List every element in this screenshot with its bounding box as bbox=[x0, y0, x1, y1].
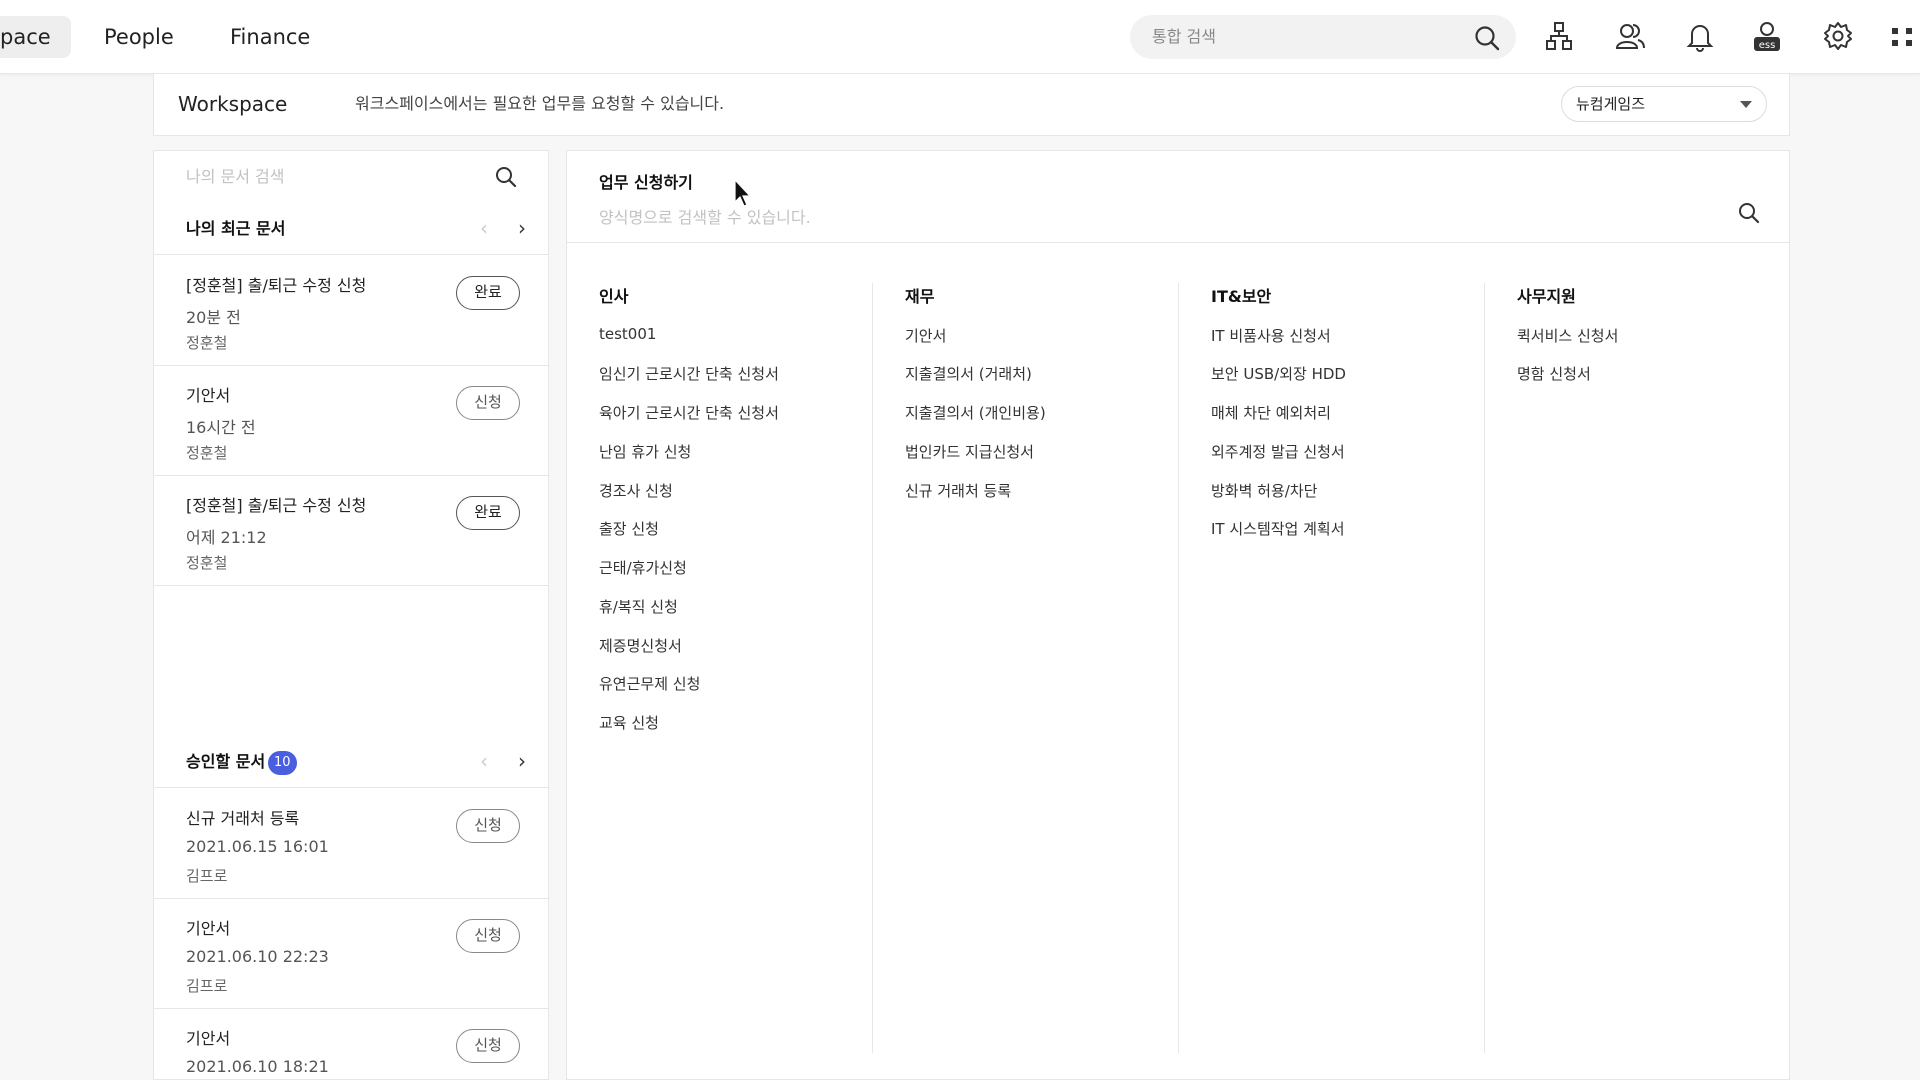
search-icon[interactable] bbox=[494, 165, 518, 189]
global-search-placeholder: 통합 검색 bbox=[1152, 27, 1216, 46]
nav-tab-workspace[interactable]: pace bbox=[0, 16, 71, 58]
recent-docs-header: 나의 최근 문서 ‹ › bbox=[154, 203, 548, 255]
form-link[interactable]: 근태/휴가신청 bbox=[599, 557, 687, 578]
form-link[interactable]: 매체 차단 예외처리 bbox=[1211, 402, 1331, 423]
top-nav: pace People Finance 통합 검색 ess bbox=[0, 0, 1920, 74]
svg-text:ess: ess bbox=[1759, 40, 1776, 51]
doc-author: 정훈철 bbox=[186, 334, 228, 352]
doc-title: [정훈철] 출/퇴근 수정 신청 bbox=[186, 276, 367, 295]
documents-panel: 나의 문서 검색 나의 최근 문서 ‹ › [정훈철] 출/퇴근 수정 신청 2… bbox=[153, 150, 549, 1080]
org-chart-icon[interactable] bbox=[1543, 20, 1575, 52]
doc-time: 어제 21:12 bbox=[186, 528, 267, 547]
form-link[interactable]: 임신기 근로시간 단축 신청서 bbox=[599, 363, 779, 384]
list-item[interactable]: 기안서 2021.06.10 18:21 신청 bbox=[154, 1009, 548, 1079]
request-title: 업무 신청하기 bbox=[599, 173, 693, 192]
workspace-header: Workspace 워크스페이스에서는 필요한 업무를 요청할 수 있습니다. … bbox=[153, 74, 1790, 136]
chevron-left-icon[interactable]: ‹ bbox=[480, 749, 488, 773]
doc-author: 김프로 bbox=[186, 977, 228, 995]
doc-title: 기안서 bbox=[186, 919, 231, 938]
form-link[interactable]: 지출결의서 (개인비용) bbox=[905, 402, 1046, 423]
list-item[interactable]: [정훈철] 출/퇴근 수정 신청 20분 전 정훈철 완료 bbox=[154, 256, 548, 366]
list-item[interactable]: 기안서 2021.06.10 22:23 김프로 신청 bbox=[154, 899, 548, 1009]
form-search-input[interactable]: 양식명으로 검색할 수 있습니다. bbox=[599, 204, 811, 228]
form-link[interactable]: 퀵서비스 신청서 bbox=[1517, 325, 1618, 346]
approve-docs-title: 승인할 문서 bbox=[186, 752, 266, 771]
form-link[interactable]: 지출결의서 (거래처) bbox=[905, 363, 1032, 384]
status-badge: 신청 bbox=[456, 919, 520, 953]
apps-grid-icon[interactable] bbox=[1888, 20, 1920, 52]
category-it-security: IT&보안 IT 비품사용 신청서보안 USB/외장 HDD 매체 차단 예외처리외… bbox=[1179, 283, 1485, 1053]
category-office-support: 사무지원퀵서비스 신청서명함 신청서 bbox=[1485, 283, 1791, 1053]
doc-title: [정훈철] 출/퇴근 수정 신청 bbox=[186, 496, 367, 515]
chevron-right-icon[interactable]: › bbox=[518, 749, 526, 773]
category-finance: 재무기안서지출결의서 (거래처) 지출결의서 (개인비용) 법인카드 지급신청서신규… bbox=[873, 283, 1179, 1053]
doc-search-input[interactable]: 나의 문서 검색 bbox=[154, 151, 548, 203]
doc-author: 정훈철 bbox=[186, 554, 228, 572]
status-badge: 신청 bbox=[456, 1029, 520, 1063]
list-item[interactable]: 신규 거래처 등록 2021.06.15 16:01 김프로 신청 bbox=[154, 789, 548, 899]
doc-author: 김프로 bbox=[186, 867, 228, 885]
workspace-description: 워크스페이스에서는 필요한 업무를 요청할 수 있습니다. bbox=[355, 94, 725, 113]
doc-time: 16시간 전 bbox=[186, 418, 256, 437]
form-link[interactable]: 난임 휴가 신청 bbox=[599, 441, 691, 462]
form-link[interactable]: 명함 신청서 bbox=[1517, 363, 1591, 384]
list-item[interactable]: [정훈철] 출/퇴근 수정 신청 어제 21:12 정훈철 완료 bbox=[154, 476, 548, 586]
gear-icon[interactable] bbox=[1822, 20, 1854, 52]
list-item[interactable]: 기안서 16시간 전 정훈철 신청 bbox=[154, 366, 548, 476]
doc-author: 정훈철 bbox=[186, 444, 228, 462]
people-icon[interactable] bbox=[1614, 20, 1646, 52]
company-select-value: 뉴컴게임즈 bbox=[1576, 95, 1646, 113]
category-title: IT&보안 bbox=[1211, 287, 1272, 306]
category-title: 사무지원 bbox=[1517, 287, 1576, 306]
recent-docs-title: 나의 최근 문서 bbox=[186, 219, 286, 238]
ess-icon[interactable]: ess bbox=[1751, 20, 1783, 52]
form-link[interactable]: 보안 USB/외장 HDD bbox=[1211, 363, 1346, 384]
form-link[interactable]: 외주계정 발급 신청서 bbox=[1211, 441, 1345, 462]
chevron-down-icon bbox=[1740, 101, 1752, 108]
count-badge: 10 bbox=[268, 751, 297, 775]
mouse-cursor-icon bbox=[734, 178, 752, 207]
category-title: 재무 bbox=[905, 287, 935, 306]
global-search-input[interactable]: 통합 검색 bbox=[1130, 15, 1516, 59]
form-link[interactable]: 신규 거래처 등록 bbox=[905, 480, 1011, 501]
doc-time: 2021.06.15 16:01 bbox=[186, 837, 329, 856]
doc-time: 2021.06.10 18:21 bbox=[186, 1057, 329, 1076]
request-panel: 업무 신청하기 양식명으로 검색할 수 있습니다. 인사 test001 임신기 근… bbox=[566, 150, 1790, 1080]
status-badge: 완료 bbox=[456, 496, 520, 530]
chevron-right-icon[interactable]: › bbox=[518, 216, 526, 240]
search-icon[interactable] bbox=[1737, 201, 1761, 225]
doc-title: 기안서 bbox=[186, 1029, 231, 1048]
form-link[interactable]: test001 bbox=[599, 325, 656, 343]
nav-tab-people[interactable]: People bbox=[84, 16, 194, 58]
doc-search-placeholder: 나의 문서 검색 bbox=[186, 167, 285, 186]
status-badge: 신청 bbox=[456, 386, 520, 420]
doc-title: 신규 거래처 등록 bbox=[186, 809, 300, 828]
form-link[interactable]: 경조사 신청 bbox=[599, 480, 673, 501]
bell-icon[interactable] bbox=[1684, 20, 1716, 52]
form-link[interactable]: 교육 신청 bbox=[599, 712, 659, 733]
category-hr: 인사 test001 임신기 근로시간 단축 신청서육아기 근로시간 단축 신청서난… bbox=[567, 283, 873, 1053]
status-badge: 완료 bbox=[456, 276, 520, 310]
approve-docs-header: 승인할 문서 10 ‹ › bbox=[154, 736, 548, 788]
form-link[interactable]: 휴/복직 신청 bbox=[599, 596, 678, 617]
doc-title: 기안서 bbox=[186, 386, 231, 405]
category-title: 인사 bbox=[599, 287, 629, 306]
doc-time: 20분 전 bbox=[186, 308, 241, 327]
form-link[interactable]: IT 시스템작업 계획서 bbox=[1211, 518, 1345, 539]
search-icon[interactable] bbox=[1474, 25, 1500, 51]
page-title: Workspace bbox=[178, 92, 288, 116]
form-link[interactable]: 제증명신청서 bbox=[599, 635, 682, 656]
form-link[interactable]: 법인카드 지급신청서 bbox=[905, 441, 1034, 462]
form-link[interactable]: 출장 신청 bbox=[599, 518, 659, 539]
doc-time: 2021.06.10 22:23 bbox=[186, 947, 329, 966]
company-select[interactable]: 뉴컴게임즈 bbox=[1561, 86, 1767, 122]
form-link[interactable]: 방화벽 허용/차단 bbox=[1211, 480, 1317, 501]
form-link[interactable]: 육아기 근로시간 단축 신청서 bbox=[599, 402, 779, 423]
form-link[interactable]: 유연근무제 신청 bbox=[599, 673, 700, 694]
nav-tab-finance[interactable]: Finance bbox=[210, 16, 330, 58]
form-link[interactable]: IT 비품사용 신청서 bbox=[1211, 325, 1331, 346]
form-link[interactable]: 기안서 bbox=[905, 325, 946, 346]
chevron-left-icon[interactable]: ‹ bbox=[480, 216, 488, 240]
status-badge: 신청 bbox=[456, 809, 520, 843]
